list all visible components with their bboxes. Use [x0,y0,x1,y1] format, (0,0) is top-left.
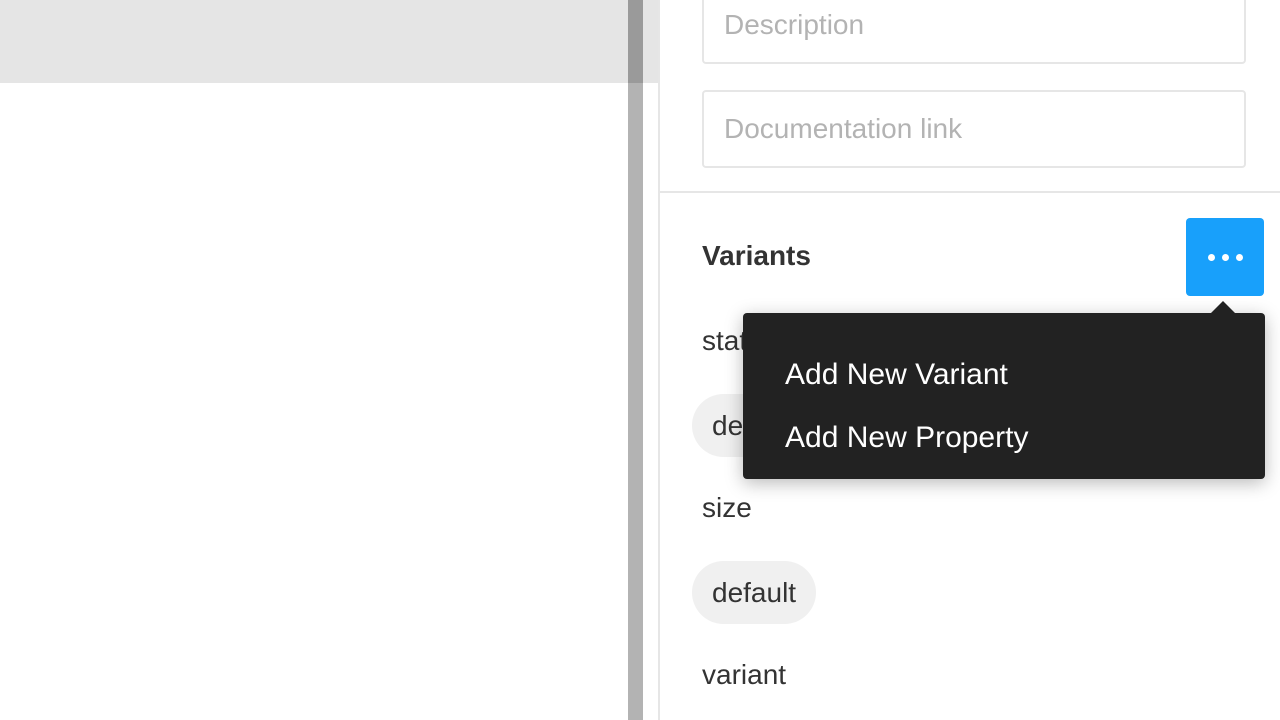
panel-gutter-top [643,0,658,83]
canvas-area[interactable] [0,0,628,720]
section-divider [660,191,1280,193]
more-horizontal-icon-dot [1235,253,1243,261]
scrollbar-thumb[interactable] [628,0,643,83]
menu-item-add-new-property[interactable]: Add New Property [743,406,1265,469]
menu-caret [1211,301,1235,313]
menu-item-add-new-variant[interactable]: Add New Variant [743,343,1265,406]
property-label-size: size [702,492,752,523]
canvas-header-bar [0,0,628,83]
more-horizontal-icon-dot [1221,253,1229,261]
property-label-variant: variant [702,659,787,690]
property-value-size-pill[interactable]: default [692,561,817,624]
description-field[interactable] [702,0,1246,64]
variants-more-options-button[interactable] [1186,218,1264,296]
variants-section-title: Variants [702,240,811,271]
panel-gutter [643,0,658,720]
more-horizontal-icon [1207,253,1215,261]
canvas-scrollbar[interactable] [628,0,643,720]
documentation-link-field[interactable] [702,90,1246,168]
variants-options-menu: Add New Variant Add New Property [743,301,1265,479]
